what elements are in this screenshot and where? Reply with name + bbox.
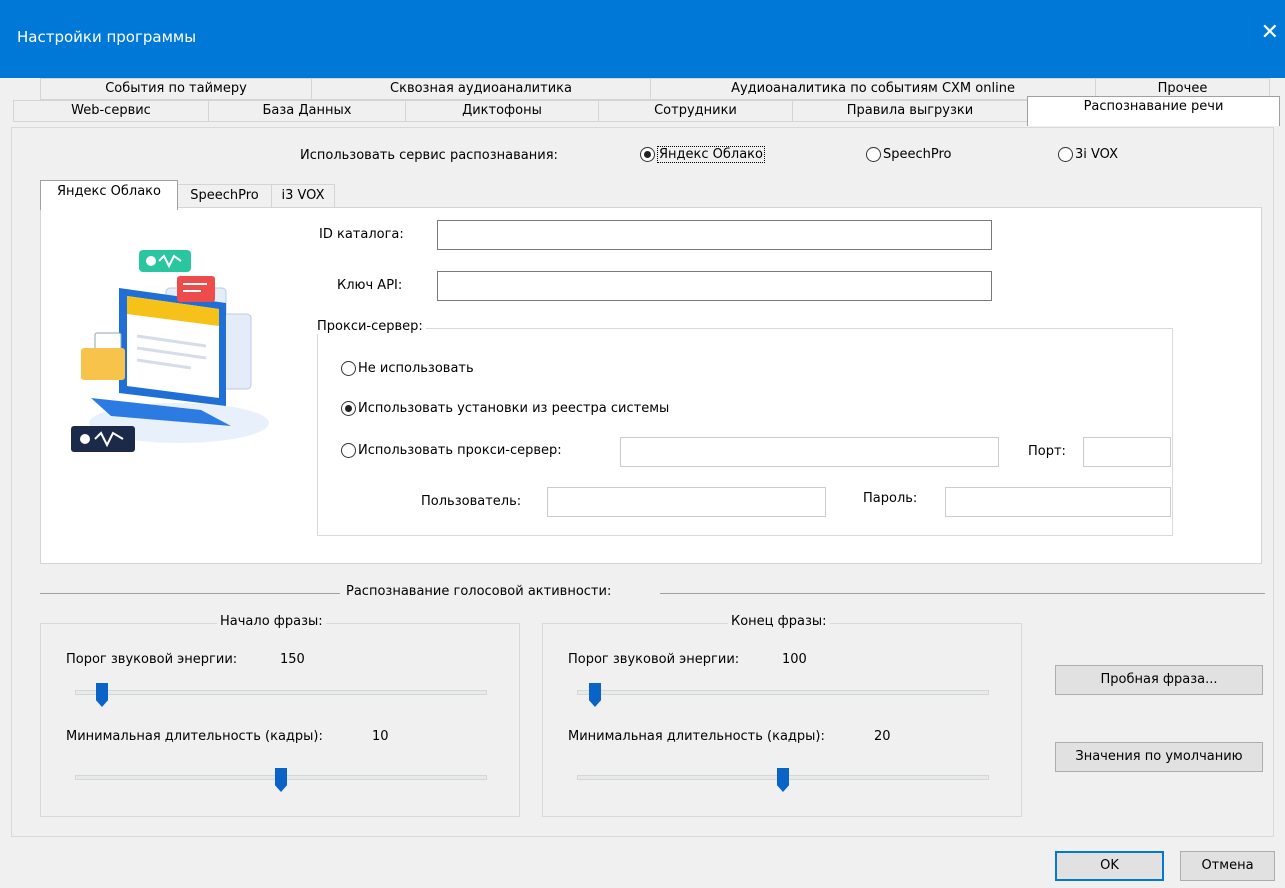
close-icon[interactable]: ✕	[1261, 22, 1279, 44]
title-bar: Настройки программы ✕	[0, 0, 1285, 78]
tab-speech-recognition[interactable]: Распознавание речи	[1027, 96, 1280, 126]
radio-proxy-none[interactable]: Не использовать	[341, 361, 474, 376]
radio-yandex-cloud[interactable]: Яндекс Облако	[640, 146, 765, 163]
user-label: Пользователь:	[421, 494, 522, 509]
api-key-label: Ключ API:	[337, 278, 403, 293]
start-duration-value: 10	[372, 729, 389, 744]
catalog-id-input[interactable]	[437, 220, 992, 250]
vad-divider-right	[660, 593, 1265, 594]
subtab-i3-vox[interactable]: i3 VOX	[271, 184, 335, 208]
vad-divider-left	[40, 593, 340, 594]
tab-web-service[interactable]: Web-сервис	[13, 100, 209, 122]
start-energy-track	[75, 690, 487, 695]
radio-label: 3i VOX	[1075, 147, 1118, 162]
tab-through-audio-analytics[interactable]: Сквозная аудиоаналитика	[311, 78, 651, 100]
ok-button[interactable]: OK	[1055, 851, 1164, 881]
phrase-end-label: Конец фразы:	[728, 614, 830, 629]
radio-indicator	[341, 443, 356, 458]
api-key-input[interactable]	[437, 271, 992, 301]
radio-speechpro[interactable]: SpeechPro	[866, 147, 952, 162]
service-label: Использовать сервис распознавания:	[300, 148, 558, 163]
radio-label: Использовать прокси-сервер:	[358, 443, 562, 458]
speech-illustration	[71, 250, 269, 452]
password-label: Пароль:	[863, 491, 918, 506]
defaults-button[interactable]: Значения по умолчанию	[1055, 742, 1263, 772]
end-energy-value: 100	[782, 652, 807, 667]
main-tab-strip: События по таймеру Сквозная аудиоаналити…	[0, 78, 1285, 130]
start-duration-label: Минимальная длительность (кадры):	[66, 729, 323, 744]
tab-employees[interactable]: Сотрудники	[598, 100, 793, 122]
radio-indicator	[1058, 147, 1073, 162]
end-energy-label: Порог звуковой энергии:	[568, 652, 740, 667]
tab-database[interactable]: База Данных	[208, 100, 406, 122]
subtab-speechpro[interactable]: SpeechPro	[177, 184, 272, 208]
end-duration-value: 20	[874, 729, 891, 744]
port-label: Порт:	[1028, 444, 1066, 459]
end-energy-track	[577, 690, 989, 695]
radio-proxy-system[interactable]: Использовать установки из реестра систем…	[341, 401, 669, 416]
radio-label: SpeechPro	[883, 147, 952, 162]
tab-recorders[interactable]: Диктофоны	[405, 100, 599, 122]
proxy-server-input[interactable]	[620, 437, 999, 467]
phrase-start-label: Начало фразы:	[217, 614, 326, 629]
radio-proxy-custom[interactable]: Использовать прокси-сервер:	[341, 443, 562, 458]
radio-indicator	[341, 361, 356, 376]
radio-label: Не использовать	[358, 361, 474, 376]
start-energy-value: 150	[280, 652, 305, 667]
password-input[interactable]	[945, 487, 1171, 517]
subtab-yandex-cloud[interactable]: Яндекс Облако	[40, 180, 178, 210]
cancel-button[interactable]: Отмена	[1180, 851, 1275, 881]
test-phrase-button[interactable]: Пробная фраза...	[1055, 665, 1263, 695]
port-input[interactable]	[1083, 437, 1171, 467]
end-duration-label: Минимальная длительность (кадры):	[568, 729, 825, 744]
radio-indicator	[341, 401, 356, 416]
user-input[interactable]	[547, 487, 826, 517]
radio-indicator	[640, 147, 655, 162]
vad-section-label: Распознавание голосовой активности:	[346, 584, 612, 599]
radio-3i-vox[interactable]: 3i VOX	[1058, 147, 1118, 162]
radio-label: Использовать установки из реестра систем…	[358, 401, 670, 416]
start-energy-label: Порог звуковой энергии:	[66, 652, 238, 667]
radio-label: Яндекс Облако	[657, 146, 765, 163]
window-title: Настройки программы	[17, 28, 197, 46]
radio-indicator	[866, 147, 881, 162]
tab-export-rules[interactable]: Правила выгрузки	[792, 100, 1028, 122]
proxy-group-label: Прокси-сервер:	[314, 319, 426, 334]
yandex-cloud-settings: ID каталога: Ключ API: Прокси-сервер: Не…	[40, 207, 1262, 564]
tab-timer-events[interactable]: События по таймеру	[40, 78, 312, 100]
catalog-id-label: ID каталога:	[319, 227, 404, 242]
